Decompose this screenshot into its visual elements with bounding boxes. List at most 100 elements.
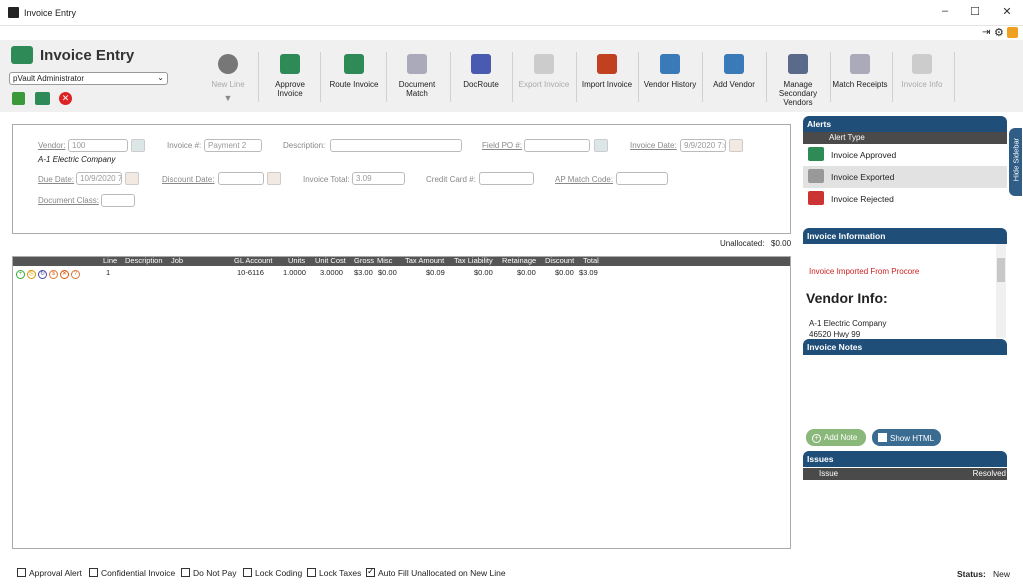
docroute-button[interactable]: DocRoute xyxy=(456,50,506,112)
invoice-date-input[interactable]: 9/9/2020 7:( xyxy=(680,139,726,152)
column-header-tax-amount[interactable]: Tax Amount xyxy=(405,257,444,265)
field-po-lookup-icon[interactable] xyxy=(594,139,608,152)
auto-fill-option[interactable]: Auto Fill Unallocated on New Line xyxy=(366,566,506,578)
cell-gross[interactable]: $3.00 xyxy=(354,268,373,277)
minimize-button[interactable]: – xyxy=(935,5,955,17)
discount-date-label[interactable]: Discount Date: xyxy=(162,175,214,184)
cell-tax-amount[interactable]: $0.09 xyxy=(426,268,445,277)
toolbar-divider xyxy=(450,52,451,102)
maximize-button[interactable]: ☐ xyxy=(965,5,985,18)
invoice-number-input[interactable]: Payment 2 xyxy=(204,139,262,152)
column-header-gl-account[interactable]: GL Account xyxy=(234,257,273,265)
lock-taxes-checkbox[interactable] xyxy=(307,568,316,577)
cell-tax-liability[interactable]: $0.00 xyxy=(474,268,493,277)
scrollbar-thumb[interactable] xyxy=(997,258,1005,282)
approval-alert-checkbox[interactable] xyxy=(17,568,26,577)
match-receipts-button[interactable]: Match Receipts xyxy=(832,50,888,112)
calendar-icon[interactable] xyxy=(267,172,281,185)
vendor-label[interactable]: Vendor: xyxy=(38,141,66,150)
column-header-unit-cost[interactable]: Unit Cost xyxy=(315,257,346,265)
description-input[interactable] xyxy=(330,139,462,152)
field-po-label[interactable]: Field PO #: xyxy=(482,141,522,150)
cell-unit-cost[interactable]: 3.0000 xyxy=(320,268,343,277)
column-header-description[interactable]: Description xyxy=(125,257,163,265)
vendor-history-button[interactable]: Vendor History xyxy=(643,50,697,112)
confidential-checkbox[interactable] xyxy=(89,568,98,577)
import-invoice-button[interactable]: Import Invoice xyxy=(581,50,633,112)
document-match-button[interactable]: Document Match xyxy=(392,50,442,112)
docroute-label: DocRoute xyxy=(463,80,499,89)
approval-alert-option[interactable]: Approval Alert xyxy=(17,568,82,578)
column-header-job[interactable]: Job xyxy=(171,257,183,265)
cell-discount[interactable]: $0.00 xyxy=(555,268,574,277)
calendar-icon[interactable] xyxy=(125,172,139,185)
auto-fill-checkbox[interactable] xyxy=(366,566,375,577)
column-header-total[interactable]: Total xyxy=(583,257,599,265)
column-header-units[interactable]: Units xyxy=(288,257,305,265)
new-line-button[interactable]: New Line ▼ xyxy=(205,50,251,112)
reject-icon[interactable]: ✕ xyxy=(59,92,72,105)
cell-total[interactable]: $3.09 xyxy=(579,268,598,277)
close-button[interactable]: ✕ xyxy=(997,5,1017,18)
approve-small-icon[interactable] xyxy=(35,92,50,105)
column-header-gross[interactable]: Gross xyxy=(354,257,374,265)
column-header-retainage[interactable]: Retainage xyxy=(502,257,536,265)
export-invoice-button[interactable]: Export Invoice xyxy=(517,50,571,112)
calendar-icon[interactable] xyxy=(729,139,743,152)
save-icon[interactable] xyxy=(12,92,25,105)
invoice-date-label[interactable]: Invoice Date: xyxy=(630,141,677,150)
pin-icon[interactable]: ⇥ xyxy=(982,27,990,38)
route-invoice-button[interactable]: Route Invoice xyxy=(326,50,382,112)
cell-units[interactable]: 1.0000 xyxy=(283,268,306,277)
field-po-input[interactable] xyxy=(524,139,590,152)
credit-card-input[interactable] xyxy=(479,172,534,185)
document-class-input[interactable] xyxy=(101,194,135,207)
chevron-down-icon[interactable]: ▼ xyxy=(205,93,251,103)
lock-taxes-option[interactable]: Lock Taxes xyxy=(307,568,361,578)
vendor-input[interactable]: 100 xyxy=(68,139,128,152)
cell-line[interactable]: 1 xyxy=(106,268,110,277)
grid-row-cells: 1 10-6116 1.0000 3.0000 $3.00 $0.00 $0.09 $0.00… xyxy=(13,268,613,278)
user-select[interactable]: pVault Administrator ⌄ xyxy=(9,72,168,85)
confidential-label: Confidential Invoice xyxy=(101,568,176,578)
do-not-pay-option[interactable]: Do Not Pay xyxy=(181,568,236,578)
vendor-name: A-1 Electric Company xyxy=(38,155,116,164)
toolbar-divider xyxy=(766,52,767,102)
lock-coding-option[interactable]: Lock Coding xyxy=(243,568,302,578)
issue-column: Issue xyxy=(819,469,839,478)
discount-date-input[interactable] xyxy=(218,172,264,185)
warning-icon[interactable] xyxy=(1007,27,1018,38)
column-header-tax-liability[interactable]: Tax Liability xyxy=(454,257,493,265)
invoice-total-input[interactable]: 3.09 xyxy=(352,172,405,185)
column-header-misc[interactable]: Misc xyxy=(377,257,392,265)
lock-taxes-label: Lock Taxes xyxy=(319,568,362,578)
vendor-lookup-icon[interactable] xyxy=(131,139,145,152)
add-vendor-button[interactable]: Add Vendor xyxy=(707,50,761,112)
invoice-info-button[interactable]: Invoice Info xyxy=(896,50,948,112)
gear-icon[interactable]: ⚙ xyxy=(994,26,1004,39)
ap-match-code-input[interactable] xyxy=(616,172,668,185)
document-class-label[interactable]: Document Class: xyxy=(38,196,99,205)
column-header-line[interactable]: Line xyxy=(103,257,117,265)
manage-secondary-vendors-button[interactable]: Manage Secondary Vendors xyxy=(770,50,826,112)
info-scrollbar[interactable] xyxy=(996,244,1006,338)
due-date-label[interactable]: Due Date: xyxy=(38,175,74,184)
show-html-toggle[interactable]: Show HTML xyxy=(872,429,941,446)
column-header-discount[interactable]: Discount xyxy=(545,257,574,265)
add-note-button[interactable]: + Add Note xyxy=(806,429,866,446)
alert-item-approved[interactable]: Invoice Approved xyxy=(803,144,1007,166)
do-not-pay-checkbox[interactable] xyxy=(181,568,190,577)
alert-item-rejected[interactable]: Invoice Rejected xyxy=(803,188,1007,210)
toolbar-divider xyxy=(830,52,831,102)
show-html-checkbox[interactable] xyxy=(878,431,887,442)
cell-retainage[interactable]: $0.00 xyxy=(517,268,536,277)
alert-item-exported[interactable]: Invoice Exported xyxy=(803,166,1007,188)
cell-gl-account[interactable]: 10-6116 xyxy=(237,268,264,277)
ap-match-code-label[interactable]: AP Match Code: xyxy=(555,175,613,184)
lock-coding-checkbox[interactable] xyxy=(243,568,252,577)
due-date-input[interactable]: 10/9/2020 7: xyxy=(76,172,122,185)
confidential-option[interactable]: Confidential Invoice xyxy=(89,568,175,578)
cell-misc[interactable]: $0.00 xyxy=(378,268,397,277)
approve-invoice-button[interactable]: Approve Invoice xyxy=(266,50,314,112)
show-html-label: Show HTML xyxy=(890,434,935,443)
